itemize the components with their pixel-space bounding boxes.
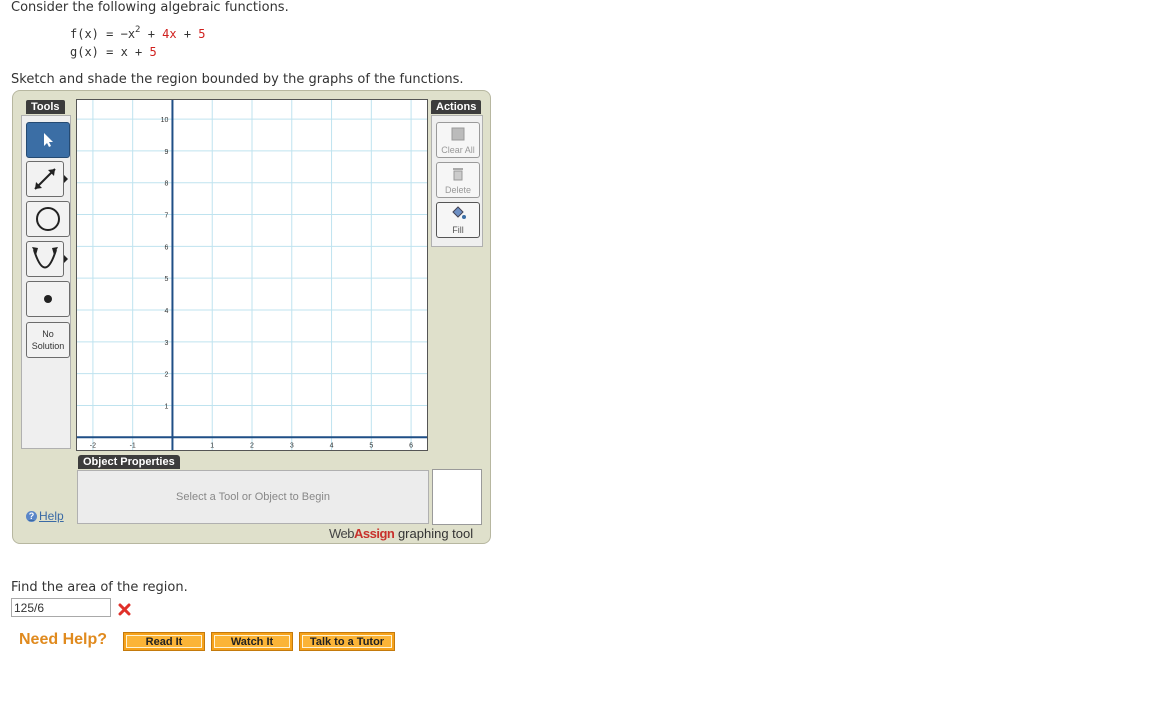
point-tool-button[interactable] [26,281,70,317]
question-intro: Consider the following algebraic functio… [11,0,289,15]
x-tick-label: 4 [330,442,334,449]
help-link[interactable]: ? Help [26,509,64,523]
y-tick-label: 6 [165,244,169,251]
watch-it-button[interactable]: Watch It [211,632,293,651]
y-tick-label: 1 [165,403,169,410]
y-tick-label: 3 [165,340,169,347]
g-label: g(x) [70,45,99,59]
webassign-brand: WebAssign graphing tool [329,526,474,541]
circle-icon [36,207,60,231]
object-properties-panel: Select a Tool or Object to Begin [77,470,429,524]
y-tick-label: 4 [165,308,169,315]
pointer-tool-button[interactable] [26,122,70,158]
actions-palette: Clear All Delete Fill [431,115,483,247]
function-g: g(x) = x + 5 [70,45,157,59]
parabola-icon [32,247,58,269]
g-rhs: = x + 5 [106,45,157,59]
tools-palette: No Solution [21,115,71,449]
graph-canvas[interactable]: -2 -1 1 2 3 4 5 6 10 9 8 7 6 5 4 3 2 1 [76,99,428,451]
need-help-label: Need Help? [19,631,108,648]
y-tick-label: 5 [165,276,169,283]
clear-all-button[interactable]: Clear All [436,122,480,158]
x-tick-label: -2 [90,442,96,449]
no-solution-button[interactable]: No Solution [26,322,70,358]
y-tick-label: 2 [165,372,169,379]
color-swatch[interactable] [432,469,482,525]
y-tick-label: 10 [161,117,169,124]
f-label: f(x) [70,27,99,41]
fill-button[interactable]: Fill [436,202,480,238]
x-tick-label: 2 [250,442,254,449]
fill-icon [452,206,466,219]
clear-icon [451,127,465,141]
x-tick-label: 3 [290,442,294,449]
function-f: f(x) = −x2 + 4x + 5 [70,25,206,42]
trash-icon [453,168,463,181]
x-tick-label: -1 [130,442,136,449]
read-it-button[interactable]: Read It [123,632,205,651]
actions-tab: Actions [431,100,482,114]
graphing-tool-panel: Tools Actions No Solution -2 -1 1 2 3 4 5 6 10 9 8 7… [12,90,491,544]
incorrect-x-icon [118,603,131,616]
pointer-icon [44,133,53,147]
area-answer-input[interactable] [11,598,111,617]
tools-tab: Tools [26,100,65,114]
properties-placeholder: Select a Tool or Object to Begin [176,491,330,503]
area-prompt: Find the area of the region. [11,580,188,595]
point-icon [44,295,52,303]
x-tick-label: 5 [369,442,373,449]
y-tick-label: 9 [165,149,169,156]
instruction-text: Sketch and shade the region bounded by t… [11,72,464,87]
y-tick-label: 8 [165,181,169,188]
help-icon: ? [26,510,37,522]
line-icon [34,168,56,190]
delete-button[interactable]: Delete [436,162,480,198]
graph-grid: -2 -1 1 2 3 4 5 6 10 9 8 7 6 5 4 3 2 1 [77,100,427,450]
talk-to-tutor-button[interactable]: Talk to a Tutor [299,632,395,651]
x-tick-label: 1 [210,442,214,449]
f-rhs: = −x2 + 4x + 5 [106,25,206,42]
line-tool-button[interactable] [26,161,68,197]
object-properties-tab: Object Properties [78,455,180,469]
y-tick-label: 7 [165,213,169,220]
parabola-tool-button[interactable] [26,241,68,277]
x-tick-label: 6 [409,442,413,449]
circle-tool-button[interactable] [26,201,70,237]
